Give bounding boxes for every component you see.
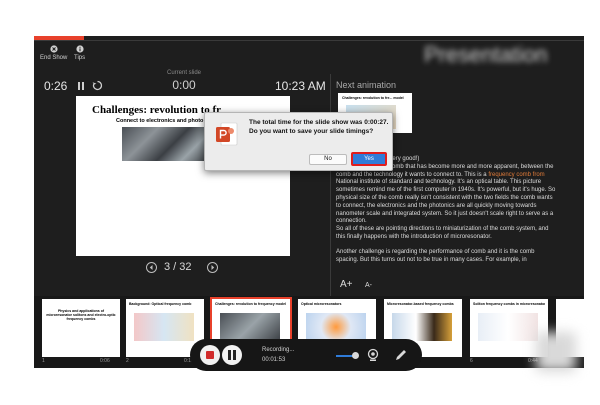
- pen-icon[interactable]: [394, 348, 408, 362]
- clock: 10:23 AM: [275, 79, 326, 93]
- next-slide-icon[interactable]: [207, 262, 218, 273]
- stop-recording-button[interactable]: [200, 345, 220, 365]
- notes-highlight: frequency comb from: [488, 171, 545, 178]
- camera-icon[interactable]: [366, 348, 380, 362]
- thumb-image: [478, 313, 538, 341]
- thumb-title: Challenges: revolution to frequency mode…: [215, 302, 286, 306]
- thumb-title: Microresonator-based frequency combs: [387, 302, 454, 306]
- thumb-image: [306, 313, 366, 341]
- info-icon: [75, 45, 84, 53]
- decrease-font-button[interactable]: A-: [365, 282, 372, 289]
- thumb-title: Physics and applications of microresonat…: [46, 309, 116, 321]
- notes-line-3: So all of these are pointing directions …: [336, 226, 549, 240]
- recording-time: 00:01:53: [262, 357, 286, 363]
- previous-slide-icon[interactable]: [146, 262, 157, 273]
- thumb-title: Soliton frequency combs in microresonato…: [473, 302, 545, 306]
- blurred-title: Presentation: [424, 42, 548, 67]
- next-slide-preview-title: Challenges: revolution to fre... model: [342, 96, 404, 100]
- save-timings-dialog: The total time for the slide show was 0:…: [204, 112, 393, 171]
- dialog-message: The total time for the slide show was 0:…: [249, 119, 389, 135]
- thumb-number: 1: [42, 358, 45, 364]
- thumb-image: [220, 313, 280, 341]
- page-frame: End Show Tips Presentation 0:26 Current …: [0, 0, 600, 405]
- current-slide-label: Current slide: [166, 70, 201, 76]
- top-divider: [34, 40, 584, 41]
- tips-button[interactable]: Tips: [74, 45, 85, 61]
- speaker-notes[interactable]: (I know why but not very good!) ...ges f…: [336, 156, 556, 271]
- volume-slider-knob[interactable]: [352, 352, 359, 359]
- pause-timer-icon[interactable]: [76, 81, 86, 91]
- thumb-number: 2: [126, 358, 129, 364]
- slide-counter: 3 / 32: [164, 261, 192, 273]
- end-show-label: End Show: [40, 55, 68, 61]
- pause-icon: [228, 350, 236, 360]
- thumb-title: Optical microresonators: [301, 302, 342, 306]
- notes-line-2c: National institute of standard and techn…: [336, 179, 556, 225]
- thumb-time: 0:06: [100, 358, 110, 364]
- thumb-image: [392, 313, 452, 341]
- yes-button[interactable]: Yes: [351, 152, 387, 166]
- elapsed-timer: 0:26: [44, 79, 68, 93]
- presenter-view: End Show Tips Presentation 0:26 Current …: [34, 36, 584, 368]
- blurred-camera-preview: [536, 332, 576, 372]
- filmstrip-thumb-1[interactable]: Physics and applications of microresonat…: [42, 299, 120, 357]
- close-circle-icon: [50, 45, 58, 53]
- recording-toolbar: Recording... 00:01:53: [190, 339, 422, 371]
- thumb-number: 6: [470, 358, 473, 364]
- reset-timer-icon[interactable]: [92, 80, 103, 91]
- next-animation-label: Next animation: [336, 80, 397, 90]
- pause-recording-button[interactable]: [222, 345, 242, 365]
- end-show-button[interactable]: End Show: [40, 45, 67, 61]
- powerpoint-icon: [216, 122, 238, 146]
- no-button[interactable]: No: [309, 154, 347, 165]
- thumb-image: [134, 313, 194, 341]
- font-size-controls: A+ A-: [340, 274, 372, 292]
- recording-status: Recording...: [262, 347, 295, 353]
- increase-font-button[interactable]: A+: [340, 279, 353, 290]
- thumb-title: Background: Optical frequency comb: [129, 302, 192, 306]
- stop-icon: [206, 351, 214, 359]
- tips-label: Tips: [74, 55, 86, 61]
- current-slide-timer: 0:00: [172, 78, 196, 92]
- slide-photo: [122, 127, 212, 161]
- notes-line-4: Another challenge is regarding the perfo…: [336, 248, 535, 263]
